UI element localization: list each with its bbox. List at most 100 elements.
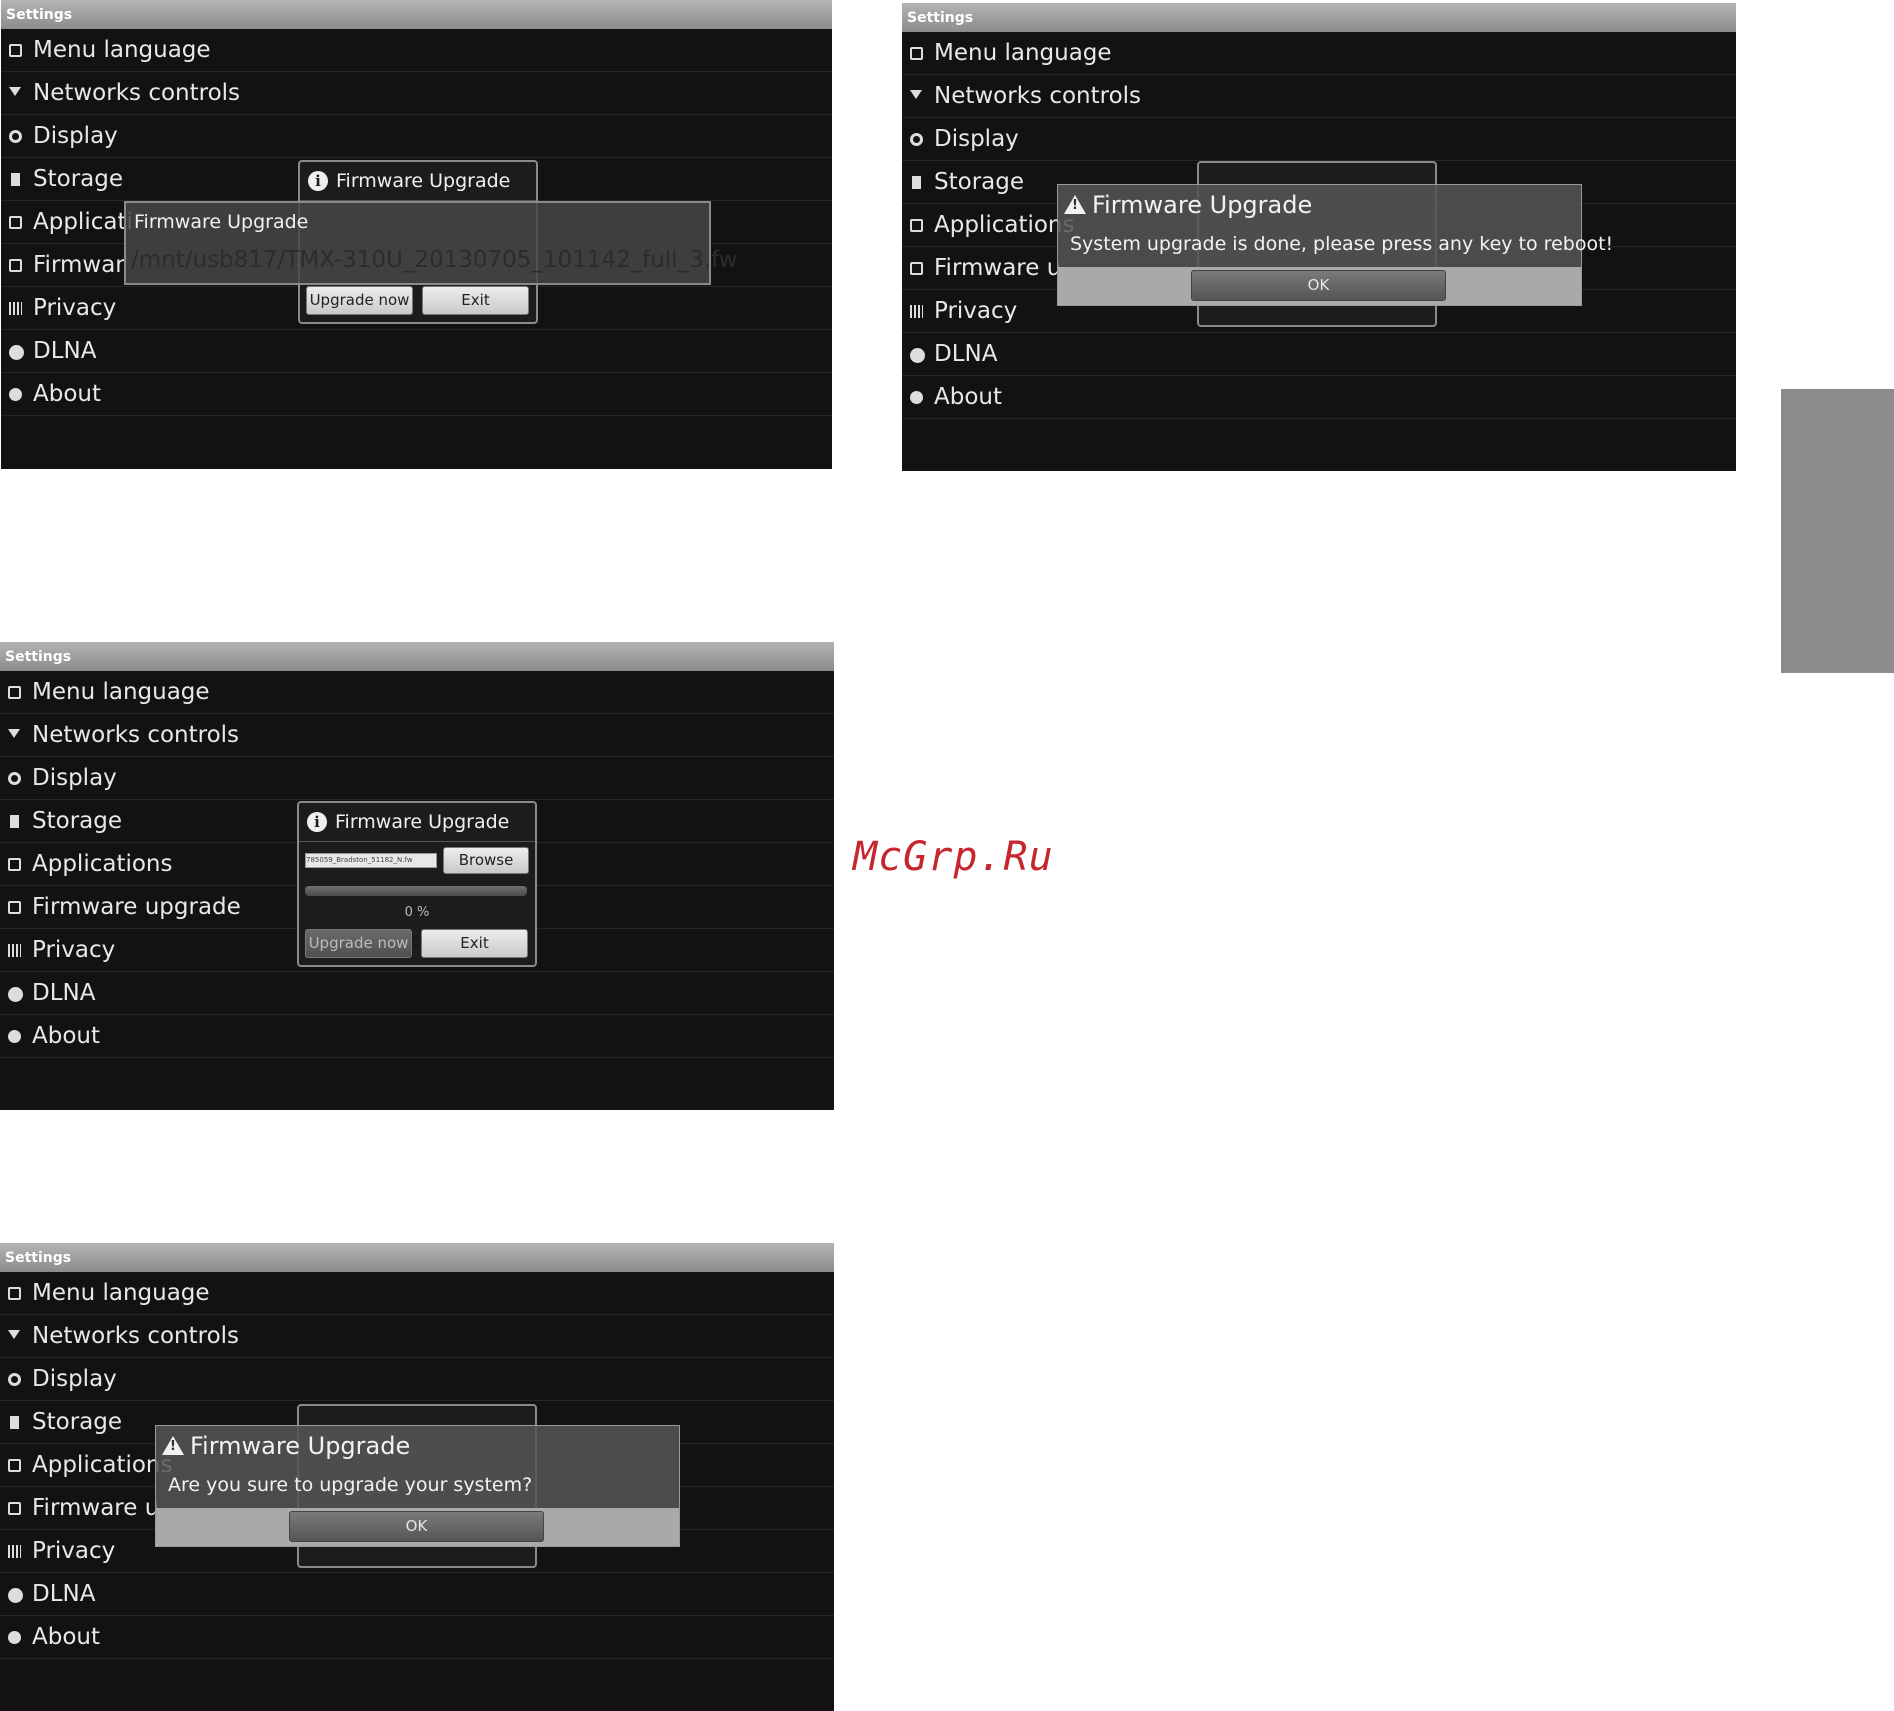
- dialog-title: i Firmware Upgrade: [300, 162, 536, 201]
- dlna-icon: [910, 348, 925, 363]
- menu-item-label: Menu language: [32, 679, 210, 705]
- menu-item-label: Applications: [32, 1452, 173, 1478]
- menu-item-menu-language[interactable]: Menu language: [0, 1272, 834, 1315]
- menu-item-label: About: [33, 381, 102, 407]
- firmware-icon: [9, 259, 22, 272]
- menu-item-networks-controls[interactable]: Networks controls: [902, 75, 1736, 118]
- upgrade-done-dialog: ! Firmware Upgrade System upgrade is don…: [1057, 184, 1613, 306]
- menu-item-display[interactable]: Display: [0, 1358, 834, 1401]
- storage-icon: [11, 173, 20, 186]
- menu-item-dlna[interactable]: DLNA: [0, 1573, 834, 1616]
- menu-item-menu-language[interactable]: Menu language: [1, 29, 832, 72]
- network-icon: [8, 729, 20, 738]
- ok-button[interactable]: OK: [1191, 270, 1446, 301]
- menu-item-label: DLNA: [934, 341, 998, 367]
- firmware-icon: [910, 262, 923, 275]
- network-icon: [8, 1330, 20, 1339]
- menu-item-label: Networks controls: [33, 80, 241, 106]
- settings-titlebar: Settings: [0, 1243, 834, 1272]
- menu-item-label: Applicati: [33, 209, 133, 235]
- menu-item-display[interactable]: Display: [0, 757, 834, 800]
- applications-icon: [9, 216, 22, 229]
- overlay-title: Firmware Upgrade: [190, 1432, 411, 1460]
- dialog-title: i Firmware Upgrade: [299, 803, 535, 842]
- upgrade-now-button[interactable]: Upgrade now: [306, 286, 413, 315]
- menu-item-dlna[interactable]: DLNA: [1, 330, 832, 373]
- network-icon: [9, 87, 21, 96]
- language-icon: [9, 44, 22, 57]
- menu-item-about[interactable]: About: [0, 1015, 834, 1058]
- firmware-icon: [8, 901, 21, 914]
- overlay-message: System upgrade is done, please press any…: [1070, 233, 1614, 255]
- menu-item-label: Storage: [934, 169, 1024, 195]
- dlna-icon: [8, 1588, 23, 1603]
- settings-screen-4: Settings Menu language Networks controls…: [0, 1243, 834, 1711]
- menu-item-label: Storage: [33, 166, 123, 192]
- toast-file-path: /mnt/usb817/TMX-310U_20130705_101142_ful…: [131, 247, 738, 273]
- exit-button[interactable]: Exit: [422, 286, 529, 315]
- settings-screen-3: Settings Menu language Networks controls…: [0, 642, 834, 1110]
- menu-item-dlna[interactable]: DLNA: [902, 333, 1736, 376]
- watermark-text: McGrp.Ru: [853, 834, 1054, 880]
- ok-button[interactable]: OK: [289, 1511, 544, 1542]
- menu-item-label: Privacy: [934, 298, 1018, 324]
- firmware-icon: [8, 1502, 21, 1515]
- menu-item-label: Display: [32, 765, 117, 791]
- menu-item-label: Applications: [32, 851, 173, 877]
- menu-item-label: Privacy: [32, 937, 116, 963]
- settings-screen-1: Settings Menu language Networks controls…: [1, 0, 832, 469]
- menu-item-label: Applications: [934, 212, 1075, 238]
- menu-item-label: Firmware upgrade: [32, 894, 241, 920]
- overlay-footer: OK: [156, 1508, 679, 1546]
- progress-percent: 0 %: [404, 905, 430, 920]
- menu-item-display[interactable]: Display: [1, 115, 832, 158]
- menu-item-label: About: [32, 1023, 101, 1049]
- menu-item-label: Menu language: [934, 40, 1112, 66]
- menu-item-menu-language[interactable]: Menu language: [0, 671, 834, 714]
- menu-item-about[interactable]: About: [1, 373, 832, 416]
- menu-item-label: Display: [32, 1366, 117, 1392]
- settings-titlebar: Settings: [0, 642, 834, 671]
- menu-item-label: Firmware u: [32, 1495, 160, 1521]
- firmware-file-field[interactable]: 785059_Bradston_51182_N.fw: [305, 853, 437, 868]
- menu-item-label: DLNA: [33, 338, 97, 364]
- exit-button[interactable]: Exit: [421, 929, 528, 958]
- applications-icon: [8, 1459, 21, 1472]
- settings-titlebar: Settings: [902, 3, 1736, 32]
- confirm-upgrade-dialog: ! Firmware Upgrade Are you sure to upgra…: [155, 1425, 680, 1547]
- menu-item-label: Menu language: [33, 37, 211, 63]
- display-icon: [8, 1373, 21, 1386]
- dlna-icon: [8, 987, 23, 1002]
- warning-icon: !: [1064, 195, 1086, 214]
- menu-item-menu-language[interactable]: Menu language: [902, 32, 1736, 75]
- about-icon: [910, 391, 923, 404]
- about-icon: [9, 388, 22, 401]
- menu-item-label: Firmware u: [934, 255, 1062, 281]
- language-icon: [910, 47, 923, 60]
- dialog-title-text: Firmware Upgrade: [336, 170, 511, 192]
- menu-item-networks-controls[interactable]: Networks controls: [0, 1315, 834, 1358]
- menu-item-label: DLNA: [32, 1581, 96, 1607]
- menu-item-about[interactable]: About: [0, 1616, 834, 1659]
- menu-item-label: About: [934, 384, 1003, 410]
- menu-item-label: Networks controls: [32, 1323, 240, 1349]
- menu-item-networks-controls[interactable]: Networks controls: [0, 714, 834, 757]
- menu-item-label: Storage: [32, 1409, 122, 1435]
- info-icon: i: [308, 171, 328, 191]
- storage-icon: [10, 1416, 19, 1429]
- menu-item-label: Storage: [32, 808, 122, 834]
- browse-button[interactable]: Browse: [443, 847, 529, 874]
- language-icon: [8, 1287, 21, 1300]
- upgrade-now-button[interactable]: Upgrade now: [305, 929, 412, 958]
- menu-item-display[interactable]: Display: [902, 118, 1736, 161]
- info-icon: i: [307, 812, 327, 832]
- storage-icon: [10, 815, 19, 828]
- menu-item-label: About: [32, 1624, 101, 1650]
- about-icon: [8, 1030, 21, 1043]
- dialog-title-text: Firmware Upgrade: [335, 811, 510, 833]
- privacy-icon: [8, 944, 21, 957]
- applications-icon: [8, 858, 21, 871]
- menu-item-about[interactable]: About: [902, 376, 1736, 419]
- menu-item-dlna[interactable]: DLNA: [0, 972, 834, 1015]
- menu-item-networks-controls[interactable]: Networks controls: [1, 72, 832, 115]
